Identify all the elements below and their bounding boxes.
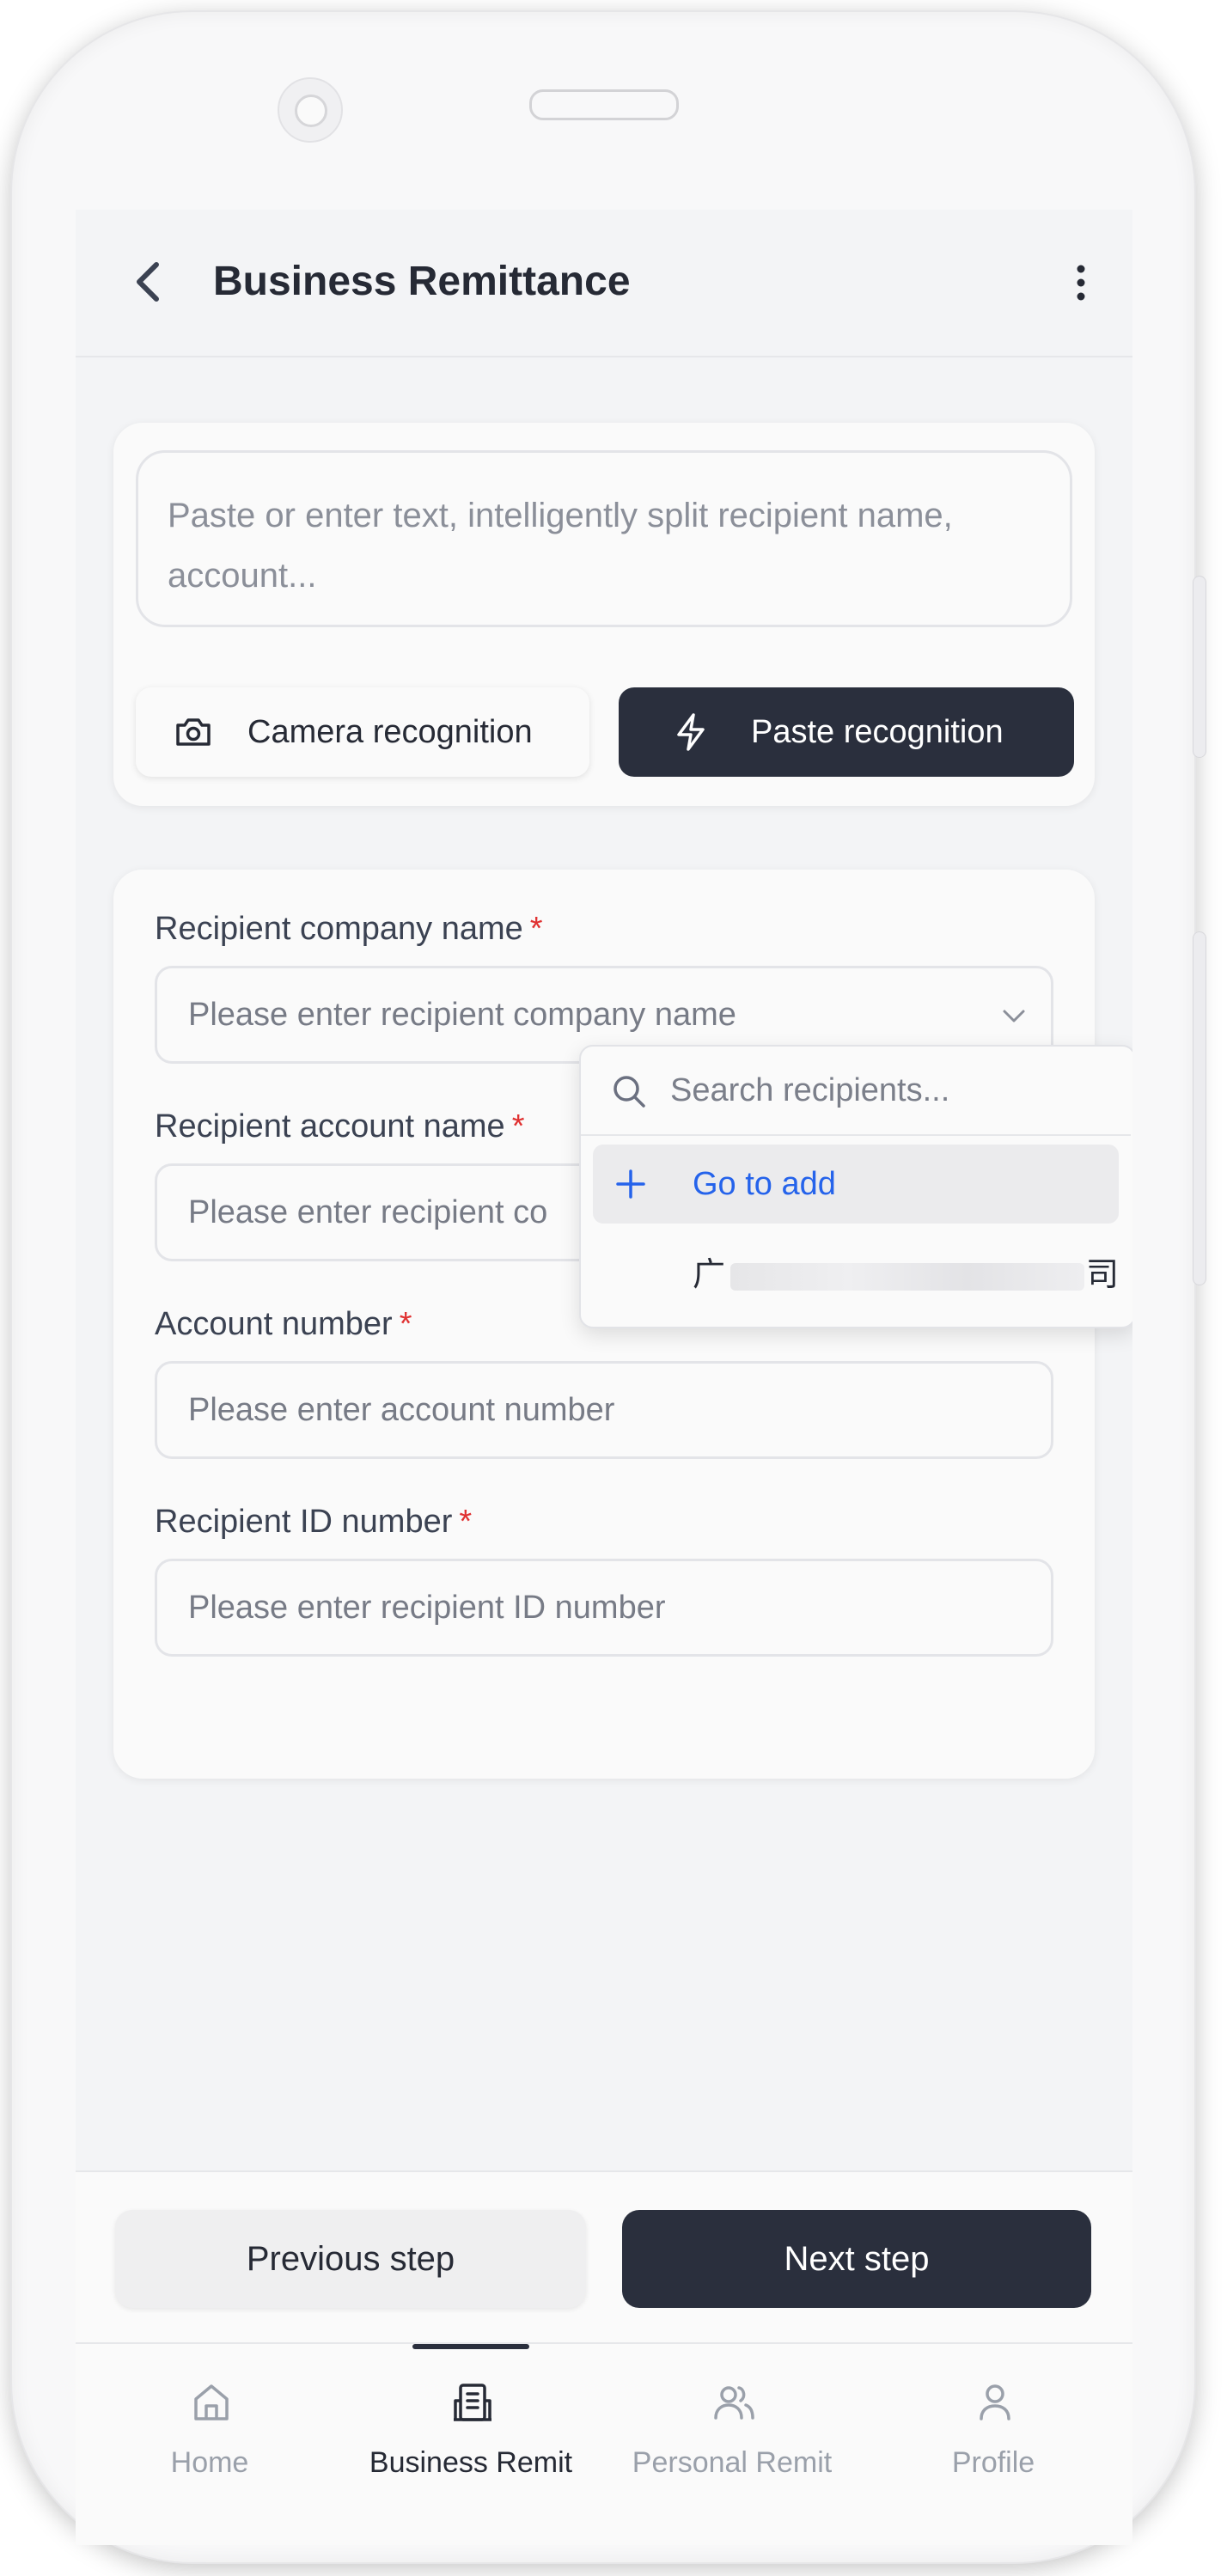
camera-recognition-button[interactable]: Camera recognition: [136, 687, 589, 777]
next-step-button[interactable]: Next step: [622, 2210, 1091, 2308]
tab-home[interactable]: Home: [81, 2344, 339, 2499]
paste-text-input[interactable]: Paste or enter text, intelligently split…: [136, 450, 1072, 627]
redacted-name-blur: [730, 1263, 1084, 1291]
go-to-add-option[interactable]: Go to add: [593, 1145, 1119, 1224]
recipient-dropdown: Search recipients... Go to add 广 司: [579, 1045, 1132, 1328]
speaker-grille: [529, 89, 679, 120]
home-icon: [194, 2384, 229, 2420]
bottom-tab-bar: Home Business Remit Personal Remit Profi…: [76, 2342, 1132, 2545]
account-name-placeholder: Please enter recipient co: [188, 1194, 548, 1230]
account-number-input[interactable]: Please enter account number: [155, 1361, 1053, 1459]
tab-home-label: Home: [170, 2446, 249, 2479]
account-number-label: Account number *: [155, 1303, 412, 1346]
id-number-label: Recipient ID number *: [155, 1500, 472, 1543]
recipient-option-first-char: 广: [693, 1257, 726, 1293]
tab-personal-remit-label: Personal Remit: [632, 2446, 833, 2479]
users-icon: [714, 2386, 754, 2420]
camera-recognition-label: Camera recognition: [247, 713, 533, 750]
account-name-label-text: Recipient account name: [155, 1108, 505, 1145]
user-icon: [980, 2384, 1010, 2420]
front-camera: [278, 77, 343, 143]
company-name-label-text: Recipient company name: [155, 911, 523, 947]
recipient-search-input[interactable]: Search recipients...: [581, 1047, 1131, 1136]
required-mark: *: [459, 1504, 473, 1540]
side-button-upper: [1193, 576, 1206, 758]
search-icon: [614, 1076, 645, 1108]
recipient-option[interactable]: 广 司: [593, 1236, 1119, 1315]
go-to-add-label: Go to add: [693, 1166, 836, 1202]
previous-step-button[interactable]: Previous step: [115, 2210, 586, 2308]
account-number-placeholder: Please enter account number: [188, 1392, 615, 1428]
recipient-option-last-char: 司: [1086, 1257, 1120, 1293]
tab-business-remit[interactable]: Business Remit: [342, 2344, 600, 2499]
required-mark: *: [529, 911, 543, 947]
back-button[interactable]: [122, 254, 177, 309]
required-mark: *: [511, 1108, 525, 1145]
required-mark: *: [399, 1306, 412, 1342]
camera-icon: [176, 718, 211, 746]
id-number-label-text: Recipient ID number: [155, 1504, 453, 1540]
more-vertical-icon: [1077, 265, 1085, 301]
company-name-label: Recipient company name *: [155, 907, 543, 950]
page-title: Business Remittance: [213, 259, 631, 304]
building-icon: [454, 2384, 491, 2421]
paste-recognition-label: Paste recognition: [751, 713, 1004, 750]
app-screen: Business Remittance Paste or enter text,…: [76, 210, 1132, 2342]
chevron-down-icon: [1003, 1010, 1025, 1022]
tab-business-remit-label: Business Remit: [369, 2446, 573, 2479]
lightning-icon: [677, 713, 705, 751]
account-name-label: Recipient account name *: [155, 1105, 524, 1148]
chevron-left-icon: [137, 262, 159, 302]
company-name-placeholder: Please enter recipient company name: [188, 997, 736, 1033]
tab-profile[interactable]: Profile: [864, 2344, 1122, 2499]
side-button-lower: [1193, 931, 1206, 1285]
recipient-search-placeholder: Search recipients...: [670, 1072, 950, 1108]
more-options-button[interactable]: [1064, 261, 1098, 304]
header-bar: Business Remittance: [76, 210, 1132, 357]
tab-personal-remit[interactable]: Personal Remit: [603, 2344, 861, 2499]
id-number-input[interactable]: Please enter recipient ID number: [155, 1559, 1053, 1657]
account-number-label-text: Account number: [155, 1306, 393, 1342]
id-number-placeholder: Please enter recipient ID number: [188, 1590, 666, 1626]
paste-recognition-button[interactable]: Paste recognition: [619, 687, 1074, 777]
tab-profile-label: Profile: [951, 2446, 1035, 2479]
plus-icon: [616, 1169, 645, 1199]
